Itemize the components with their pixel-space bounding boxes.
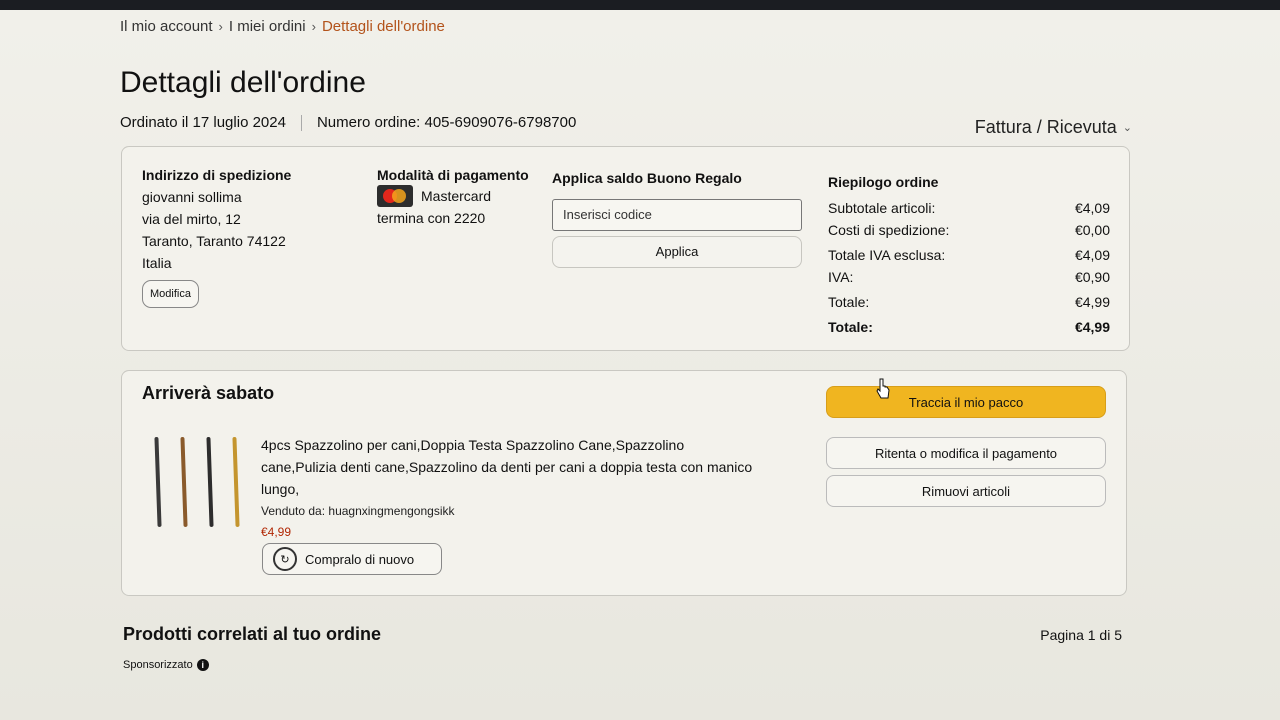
breadcrumb-separator-icon: › [311,19,316,34]
card-brand: Mastercard [421,188,492,204]
buy-again-button[interactable]: ↻ Compralo di nuovo [262,543,442,575]
breadcrumb-separator-icon: › [218,19,223,34]
summary-value: €0,90 [1074,269,1110,285]
breadcrumb-my-orders[interactable]: I miei ordini [229,18,306,35]
sponsored-label: Sponsorizzato i [123,659,209,671]
toothbrush-icon [206,436,214,528]
summary-value: €0,00 [1074,222,1110,238]
gift-card-section: Applica saldo Buono Regalo Inserisci cod… [552,167,804,268]
summary-row: IVA: €0,90 [828,266,1110,288]
summary-label: Costi di spedizione: [828,222,950,238]
product-price: €4,99 [261,525,292,539]
toothbrush-icon [180,436,188,528]
delivery-status: Arriverà sabato [142,383,275,403]
summary-row: Costi di spedizione: €0,00 [828,219,1110,241]
grand-total-label: Totale: [828,319,873,335]
toothbrush-icon [232,436,240,528]
payment-method: Modalità di pagamento Mastercard termina… [377,164,537,229]
gift-heading: Applica saldo Buono Regalo [552,170,742,186]
retry-payment-button[interactable]: Ritenta o modifica il pagamento [826,437,1106,469]
chevron-down-icon: ⌄ [1122,122,1132,134]
summary-label: Totale IVA esclusa: [828,247,946,263]
card-ending: termina con 2220 [377,210,486,226]
summary-label: Subtotale articoli: [828,200,936,216]
summary-heading: Riepilogo ordine [828,174,939,190]
summary-row: Totale: €4,99 [828,291,1110,313]
address-line: via del mirto, 12 [142,211,241,227]
order-date: Ordinato il 17 luglio 2024 [120,114,286,131]
summary-grand-total: Totale: €4,99 [828,316,1110,338]
info-icon[interactable]: i [196,659,209,671]
order-summary: Riepilogo ordine Subtotale articoli: €4,… [828,171,1110,338]
invoice-label: Fattura / Ricevuta [974,117,1117,137]
top-dark-bar [0,0,1280,10]
hand-cursor-icon [876,378,890,399]
summary-label: Totale: [828,294,870,310]
invoice-dropdown[interactable]: Fattura / Ricevuta ⌄ [975,117,1132,138]
summary-value: €4,09 [1074,247,1110,263]
payment-card-row: Mastercard [377,185,537,207]
summary-row: Totale IVA esclusa: €4,09 [828,244,1110,266]
address-line: Italia [142,255,172,271]
order-meta: Ordinato il 17 luglio 2024 Numero ordine… [120,114,576,131]
gift-code-input[interactable]: Inserisci codice [552,199,802,231]
seller-info: Venduto da: huagnxingmengongsikk [261,504,455,518]
remove-items-button[interactable]: Rimuovi articoli [826,475,1106,507]
product-image[interactable] [152,436,244,529]
sponsored-text: Sponsorizzato [123,659,193,671]
shipment-card: Arriverà sabato 4pcs Spazzolino per cani… [121,370,1127,596]
buy-again-icon: ↻ [273,547,297,571]
toothbrush-icon [154,436,162,528]
pagination-indicator: Pagina 1 di 5 [1040,627,1122,643]
product-title-link[interactable]: 4pcs Spazzolino per cani,Doppia Testa Sp… [261,434,761,500]
summary-row: Subtotale articoli: €4,09 [828,197,1110,219]
track-package-button[interactable]: Traccia il mio pacco [826,386,1106,418]
mastercard-icon [377,185,413,207]
order-info-card: Indirizzo di spedizione giovanni sollima… [121,146,1130,351]
buy-again-label: Compralo di nuovo [305,551,415,567]
address-line: Taranto, Taranto 74122 [142,233,286,249]
breadcrumb: Il mio account › I miei ordini › Dettagl… [120,18,445,35]
order-number: Numero ordine: 405-6909076-6798700 [316,114,577,131]
breadcrumb-current: Dettagli dell'ordine [321,18,445,35]
page-title: Dettagli dell'ordine [120,66,366,99]
summary-label: IVA: [828,269,854,285]
meta-divider [300,114,302,131]
breadcrumb-my-account[interactable]: Il mio account [120,18,213,35]
related-products-heading: Prodotti correlati al tuo ordine [123,624,382,644]
shipping-address: Indirizzo di spedizione giovanni sollima… [142,164,291,308]
edit-address-button[interactable]: Modifica [142,280,199,308]
payment-heading: Modalità di pagamento [377,167,529,183]
grand-total-value: €4,99 [1074,319,1110,335]
apply-gift-button[interactable]: Applica [552,236,802,268]
shipping-heading: Indirizzo di spedizione [142,167,292,183]
address-line: giovanni sollima [142,189,242,205]
summary-value: €4,09 [1074,200,1110,216]
summary-value: €4,99 [1074,294,1110,310]
